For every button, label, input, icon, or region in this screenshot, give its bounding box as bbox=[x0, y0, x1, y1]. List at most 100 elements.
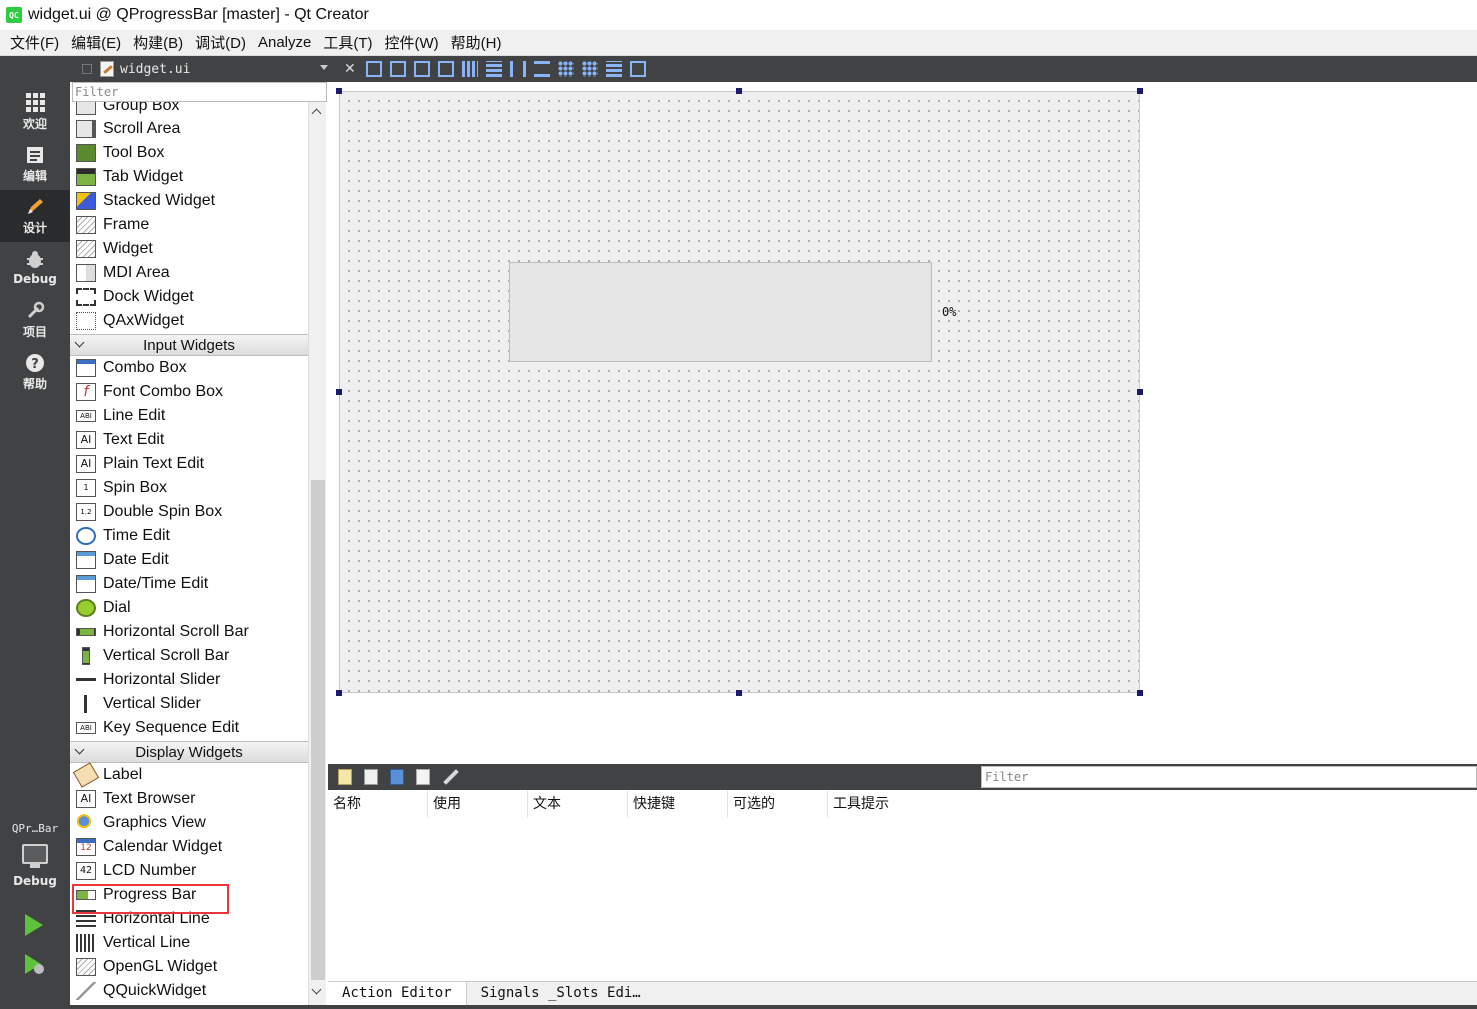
copy-action-icon[interactable] bbox=[364, 769, 378, 785]
scroll-up-arrow-icon[interactable] bbox=[311, 108, 322, 119]
widget-item-tab-widget[interactable]: Tab Widget bbox=[70, 165, 308, 189]
resize-handle[interactable] bbox=[736, 88, 742, 94]
mode-projects[interactable]: 项目 bbox=[0, 294, 70, 346]
resize-handle[interactable] bbox=[736, 690, 742, 696]
menu-help[interactable]: 帮助(H) bbox=[445, 32, 508, 53]
category-input-widgets[interactable]: Input Widgets bbox=[70, 334, 308, 356]
widget-item-group-box[interactable]: Group Box bbox=[70, 102, 308, 118]
column-header-tooltip[interactable]: 工具提示 bbox=[828, 790, 928, 818]
widget-item-label[interactable]: Label bbox=[70, 762, 308, 788]
layout-horizontal-icon[interactable] bbox=[461, 61, 478, 77]
configure-wrench-icon[interactable] bbox=[443, 769, 459, 785]
menu-edit[interactable]: 编辑(E) bbox=[65, 32, 127, 53]
layout-horizontal-splitter-icon[interactable] bbox=[509, 61, 526, 77]
menu-debug[interactable]: 调试(D) bbox=[189, 32, 252, 53]
menu-controls[interactable]: 控件(W) bbox=[379, 32, 445, 53]
lock-icon[interactable] bbox=[82, 64, 92, 74]
resize-handle[interactable] bbox=[1137, 389, 1143, 395]
widget-item-time-edit[interactable]: Time Edit bbox=[70, 524, 308, 548]
widget-item-text-edit[interactable]: AI Text Edit bbox=[70, 428, 308, 452]
widget-item-mdi-area[interactable]: MDI Area bbox=[70, 261, 308, 285]
widget-item-spin-box[interactable]: 1 Spin Box bbox=[70, 476, 308, 500]
run-button[interactable] bbox=[25, 914, 43, 936]
open-file-name[interactable]: widget.ui bbox=[120, 62, 190, 77]
widget-item-graphics-view[interactable]: Graphics View bbox=[70, 811, 308, 835]
chevron-down-icon[interactable] bbox=[320, 65, 328, 70]
paste-action-icon[interactable] bbox=[390, 769, 404, 785]
dial-icon bbox=[76, 599, 96, 617]
mode-debug[interactable]: Debug bbox=[0, 242, 70, 294]
widget-item-qaxwidget[interactable]: QAxWidget bbox=[70, 309, 308, 333]
form-progress-bar[interactable] bbox=[509, 262, 932, 362]
widget-item-stacked-widget[interactable]: Stacked Widget bbox=[70, 189, 308, 213]
layout-grid-icon[interactable] bbox=[557, 61, 574, 77]
widget-item-dial[interactable]: Dial bbox=[70, 596, 308, 620]
widget-item-qquickwidget[interactable]: QQuickWidget bbox=[70, 979, 308, 1003]
resize-handle[interactable] bbox=[1137, 690, 1143, 696]
layout-vertical-icon[interactable] bbox=[485, 61, 502, 77]
column-header-checkable[interactable]: 可选的 bbox=[728, 790, 828, 818]
widget-box-scrollbar[interactable] bbox=[308, 102, 326, 1005]
widget-item-date-edit[interactable]: Date Edit bbox=[70, 548, 308, 572]
widget-item-frame[interactable]: Frame bbox=[70, 213, 308, 237]
widget-item-line-edit[interactable]: ABI Line Edit bbox=[70, 404, 308, 428]
resize-handle[interactable] bbox=[1137, 88, 1143, 94]
break-layout-icon[interactable] bbox=[605, 61, 622, 77]
widget-item-combo-box[interactable]: Combo Box bbox=[70, 356, 308, 380]
scroll-down-arrow-icon[interactable] bbox=[311, 984, 322, 995]
widget-item-datetime-edit[interactable]: Date/Time Edit bbox=[70, 572, 308, 596]
edit-widgets-icon[interactable] bbox=[365, 61, 382, 77]
widget-filter-input[interactable]: Filter bbox=[72, 82, 327, 102]
widget-item-scroll-area[interactable]: Scroll Area bbox=[70, 117, 308, 141]
edit-buddies-icon[interactable] bbox=[413, 61, 430, 77]
widget-item-vertical-line[interactable]: Vertical Line bbox=[70, 931, 308, 955]
widget-item-widget[interactable]: Widget bbox=[70, 237, 308, 261]
menu-build[interactable]: 构建(B) bbox=[127, 32, 189, 53]
widget-item-font-combo-box[interactable]: f Font Combo Box bbox=[70, 380, 308, 404]
widget-item-tool-box[interactable]: Tool Box bbox=[70, 141, 308, 165]
tab-signals-slots-editor[interactable]: Signals _Slots Edi… bbox=[467, 982, 655, 1006]
widget-item-plain-text-edit[interactable]: AI Plain Text Edit bbox=[70, 452, 308, 476]
mode-edit[interactable]: 编辑 bbox=[0, 138, 70, 190]
tab-action-editor[interactable]: Action Editor bbox=[328, 982, 467, 1006]
widget-item-dock-widget[interactable]: Dock Widget bbox=[70, 285, 308, 309]
resize-handle[interactable] bbox=[336, 389, 342, 395]
edit-tab-order-icon[interactable] bbox=[437, 61, 454, 77]
mode-design[interactable]: 设计 bbox=[0, 190, 70, 242]
widget-item-horizontal-line[interactable]: Horizontal Line bbox=[70, 907, 308, 931]
form-widget[interactable] bbox=[339, 91, 1140, 693]
menu-tools[interactable]: 工具(T) bbox=[317, 32, 378, 53]
resize-handle[interactable] bbox=[336, 88, 342, 94]
widget-item-progress-bar[interactable]: Progress Bar bbox=[70, 883, 308, 907]
widget-item-vertical-scroll-bar[interactable]: Vertical Scroll Bar bbox=[70, 644, 308, 668]
widget-item-horizontal-slider[interactable]: Horizontal Slider bbox=[70, 668, 308, 692]
mode-welcome[interactable]: 欢迎 bbox=[0, 86, 70, 138]
column-header-shortcut[interactable]: 快捷键 bbox=[628, 790, 728, 818]
widget-item-key-sequence-edit[interactable]: ABI Key Sequence Edit bbox=[70, 716, 308, 740]
resize-handle[interactable] bbox=[336, 690, 342, 696]
column-header-text[interactable]: 文本 bbox=[528, 790, 628, 818]
widget-item-vertical-slider[interactable]: Vertical Slider bbox=[70, 692, 308, 716]
edit-signals-slots-icon[interactable] bbox=[389, 61, 406, 77]
widget-item-calendar-widget[interactable]: 12 Calendar Widget bbox=[70, 835, 308, 859]
widget-item-horizontal-scroll-bar[interactable]: Horizontal Scroll Bar bbox=[70, 620, 308, 644]
widget-item-lcd-number[interactable]: 42 LCD Number bbox=[70, 859, 308, 883]
adjust-size-icon[interactable] bbox=[629, 61, 646, 77]
close-icon[interactable]: ✕ bbox=[344, 61, 356, 77]
widget-item-opengl-widget[interactable]: OpenGL Widget bbox=[70, 955, 308, 979]
scrollbar-thumb[interactable] bbox=[311, 480, 325, 980]
target-selector-monitor-icon[interactable] bbox=[22, 844, 48, 864]
column-header-name[interactable]: 名称 bbox=[328, 790, 428, 818]
menu-file[interactable]: 文件(F) bbox=[4, 32, 65, 53]
mode-help[interactable]: ? 帮助 bbox=[0, 346, 70, 398]
layout-vertical-splitter-icon[interactable] bbox=[533, 61, 550, 77]
menu-analyze[interactable]: Analyze bbox=[252, 34, 317, 51]
action-filter-input[interactable]: Filter bbox=[981, 766, 1477, 788]
widget-item-double-spin-box[interactable]: 1.2 Double Spin Box bbox=[70, 500, 308, 524]
new-action-icon[interactable] bbox=[338, 769, 352, 785]
layout-form-icon[interactable] bbox=[581, 61, 598, 77]
column-header-used[interactable]: 使用 bbox=[428, 790, 528, 818]
widget-item-text-browser[interactable]: AI Text Browser bbox=[70, 787, 308, 811]
delete-action-icon[interactable] bbox=[416, 769, 430, 785]
category-display-widgets[interactable]: Display Widgets bbox=[70, 741, 308, 763]
